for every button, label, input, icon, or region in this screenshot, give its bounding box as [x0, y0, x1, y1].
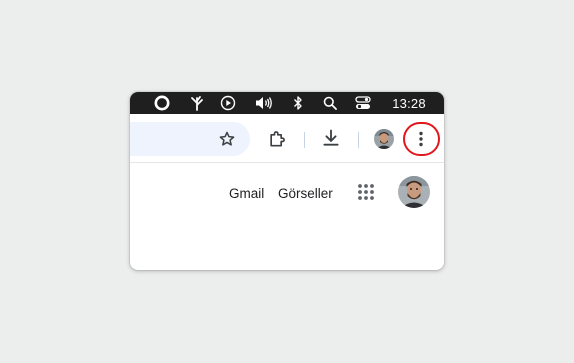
bluetooth-icon[interactable] — [290, 92, 306, 114]
toolbar-separator — [304, 132, 305, 148]
toolbar-divider — [130, 162, 444, 163]
browser-toolbar — [130, 114, 444, 162]
play-circle-icon[interactable] — [218, 92, 238, 114]
circle-record-icon[interactable] — [152, 92, 172, 114]
highlight-annotation-ring — [403, 122, 440, 156]
account-avatar[interactable] — [398, 176, 430, 208]
volume-icon[interactable] — [253, 92, 275, 114]
images-link[interactable]: Görseller — [278, 184, 333, 202]
profile-avatar[interactable] — [374, 129, 394, 149]
menubar-clock[interactable]: 13:28 — [384, 92, 434, 114]
gmail-link[interactable]: Gmail — [229, 184, 264, 202]
browser-window: 13:28 Gmail Görseller — [130, 92, 444, 270]
toolbar-separator — [358, 132, 359, 148]
search-icon[interactable] — [321, 92, 339, 114]
tree-icon[interactable] — [187, 92, 207, 114]
control-center-icon[interactable] — [354, 92, 372, 114]
system-menubar: 13:28 — [130, 92, 444, 114]
extensions-puzzle-icon[interactable] — [266, 128, 288, 150]
star-icon[interactable] — [216, 128, 238, 150]
download-icon[interactable] — [320, 127, 342, 149]
apps-grid-icon[interactable] — [355, 181, 377, 203]
